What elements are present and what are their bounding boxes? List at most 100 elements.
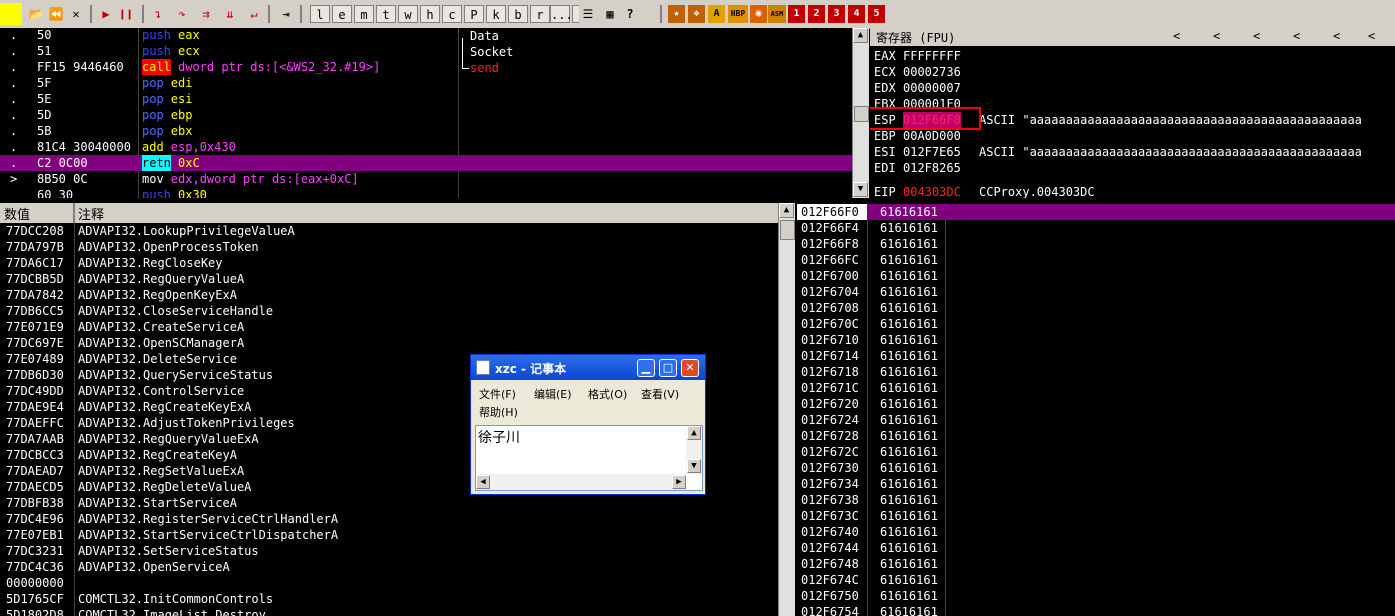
number-button-4[interactable]: 4	[848, 5, 865, 23]
disasm-row[interactable]: . FF15 9446460 call dword ptr ds:[<&WS2_32.…	[0, 59, 852, 75]
window-cpu-button[interactable]: c	[442, 5, 462, 23]
number-button-5[interactable]: 5	[868, 5, 885, 23]
disasm-row[interactable]: . 50 push eax	[0, 28, 852, 43]
plugin-icon-1[interactable]: ★	[668, 5, 685, 23]
stack-row[interactable]: 012F6730 61616161	[797, 460, 1395, 476]
stack-row[interactable]: 012F66F8 61616161	[797, 236, 1395, 252]
close-icon[interactable]: ✕	[66, 5, 86, 23]
grid-icon[interactable]: ▦	[600, 5, 620, 23]
import-row[interactable]: 5D1802D8 COMCTL32.ImageList_Destroy	[0, 607, 778, 616]
stack-pane[interactable]: 012F66F0 61616161 012F66F4 61616161 012F66F8…	[797, 203, 1395, 616]
window-threads-button[interactable]: t	[376, 5, 396, 23]
disasm-row[interactable]: . 5B pop ebx	[0, 123, 852, 139]
window-memory-button[interactable]: m	[354, 5, 374, 23]
stack-row[interactable]: 012F6708 61616161	[797, 300, 1395, 316]
close-icon[interactable]: ✕	[681, 359, 699, 377]
import-row[interactable]: 77DCBB5D ADVAPI32.RegQueryValueA	[0, 271, 778, 287]
stack-row[interactable]: 012F6718 61616161	[797, 364, 1395, 380]
register-value[interactable]: 00A0D000	[903, 128, 961, 144]
import-row[interactable]: 77DA797B ADVAPI32.OpenProcessToken	[0, 239, 778, 255]
scroll-up-icon[interactable]: ▲	[687, 426, 701, 440]
open-icon[interactable]: 📂	[26, 5, 46, 23]
import-row[interactable]: 00000000	[0, 575, 778, 591]
maximize-icon[interactable]: □	[659, 359, 677, 377]
trace-into-icon[interactable]: ⇉	[196, 5, 216, 23]
disasm-row[interactable]: . C2 0C00 retn 0xC	[0, 155, 852, 171]
number-button-3[interactable]: 3	[828, 5, 845, 23]
disassembly-pane[interactable]: . 50 push eax. 51 push ecx. FF15 9446460 call dwo…	[0, 28, 852, 198]
register-arrow-icon[interactable]: <	[1293, 29, 1300, 43]
window-handles-button[interactable]: h	[420, 5, 440, 23]
stack-row[interactable]: 012F673C 61616161	[797, 508, 1395, 524]
register-value[interactable]: FFFFFFFF	[903, 48, 961, 64]
scroll-right-icon[interactable]: ▶	[672, 475, 686, 489]
disasm-row[interactable]: . 81C4 30040000 add esp,0x430	[0, 139, 852, 155]
notepad-titlebar[interactable]: xzc - 记事本 ▁ □ ✕	[471, 355, 705, 380]
stack-row[interactable]: 012F66FC 61616161	[797, 252, 1395, 268]
register-value[interactable]: 012F7E65	[903, 144, 961, 160]
stack-row[interactable]: 012F6710 61616161	[797, 332, 1395, 348]
stack-row[interactable]: 012F6724 61616161	[797, 412, 1395, 428]
stack-row[interactable]: 012F6728 61616161	[797, 428, 1395, 444]
scroll-thumb[interactable]	[780, 220, 795, 240]
menu-view[interactable]: 查看(V)	[641, 386, 679, 402]
register-arrow-icon[interactable]: <	[1213, 29, 1220, 43]
disasm-row[interactable]: . 5D pop ebp	[0, 107, 852, 123]
stack-row[interactable]: 012F6754 61616161	[797, 604, 1395, 616]
stack-row[interactable]: 012F671C 61616161	[797, 380, 1395, 396]
import-row[interactable]: 77DC697E ADVAPI32.OpenSCManagerA	[0, 335, 778, 351]
pause-icon[interactable]: ❙❙	[116, 5, 136, 23]
register-arrow-icon[interactable]: <	[1333, 29, 1340, 43]
menu-format[interactable]: 格式(O)	[588, 386, 627, 402]
window-patches-button[interactable]: P	[464, 5, 484, 23]
notepad-hscrollbar[interactable]: ◀ ▶	[476, 474, 686, 490]
execute-till-return-icon[interactable]: ↵	[244, 5, 264, 23]
step-into-icon[interactable]: ↴	[148, 5, 168, 23]
import-row[interactable]: 77DA7842 ADVAPI32.RegOpenKeyExA	[0, 287, 778, 303]
window-windows-button[interactable]: w	[398, 5, 418, 23]
register-value[interactable]: 00002736	[903, 64, 961, 80]
trace-over-icon[interactable]: ⇊	[220, 5, 240, 23]
stack-row[interactable]: 012F6738 61616161	[797, 492, 1395, 508]
window-callstack-button[interactable]: k	[486, 5, 506, 23]
stack-row[interactable]: 012F6740 61616161	[797, 524, 1395, 540]
column-header-comment[interactable]: 注释	[78, 204, 104, 223]
register-arrow-icon[interactable]: <	[1253, 29, 1260, 43]
disasm-row[interactable]: . 5E pop esi	[0, 91, 852, 107]
scroll-thumb[interactable]	[854, 106, 869, 122]
register-arrow-icon[interactable]: <	[1173, 29, 1180, 43]
stack-row[interactable]: 012F66F4 61616161	[797, 220, 1395, 236]
run-icon[interactable]: ▶	[96, 5, 116, 23]
window-breakpoints-button[interactable]: b	[508, 5, 528, 23]
help-icon[interactable]: ?	[620, 5, 640, 23]
register-value[interactable]: 00000007	[903, 80, 961, 96]
scroll-up-icon[interactable]: ▲	[779, 203, 794, 218]
scroll-down-icon[interactable]: ▼	[687, 459, 701, 473]
column-header-value[interactable]: 数值	[4, 204, 30, 223]
stack-row[interactable]: 012F6734 61616161	[797, 476, 1395, 492]
disasm-row[interactable]: . 51 push ecx	[0, 43, 852, 59]
menu-file[interactable]: 文件(F)	[479, 386, 516, 402]
hbp-button[interactable]: HBP	[728, 5, 748, 23]
register-value[interactable]: 004303DC	[903, 184, 961, 198]
window-runtrace-button[interactable]: ...	[550, 5, 573, 23]
number-button-2[interactable]: 2	[808, 5, 825, 23]
plugin-icon-3[interactable]: A	[708, 5, 725, 23]
stack-row[interactable]: 012F6720 61616161	[797, 396, 1395, 412]
go-to-icon[interactable]: ⇥	[276, 5, 296, 23]
import-row[interactable]: 77DC4E96 ADVAPI32.RegisterServiceCtrlHand…	[0, 511, 778, 527]
window-log-button[interactable]: l	[310, 5, 330, 23]
stack-row[interactable]: 012F6750 61616161	[797, 588, 1395, 604]
asm-button[interactable]: ASM	[768, 5, 786, 23]
notepad-window[interactable]: xzc - 记事本 ▁ □ ✕ 文件(F) 编辑(E) 格式(O) 查看(V) …	[470, 354, 706, 495]
disasm-row[interactable]: . 5F pop edi	[0, 75, 852, 91]
window-modules-button[interactable]: e	[332, 5, 352, 23]
notepad-vscrollbar[interactable]: ▲ ▼	[686, 426, 702, 474]
scroll-down-icon[interactable]: ▼	[853, 182, 868, 197]
plugin-icon-2[interactable]: ❖	[688, 5, 705, 23]
stack-row[interactable]: 012F6744 61616161	[797, 540, 1395, 556]
plugin-icon-4[interactable]: ◉	[750, 5, 767, 23]
menu-help[interactable]: 帮助(H)	[479, 404, 518, 420]
imports-scrollbar[interactable]: ▲	[778, 203, 795, 616]
import-row[interactable]: 77E07EB1 ADVAPI32.StartServiceCtrlDispatc…	[0, 527, 778, 543]
